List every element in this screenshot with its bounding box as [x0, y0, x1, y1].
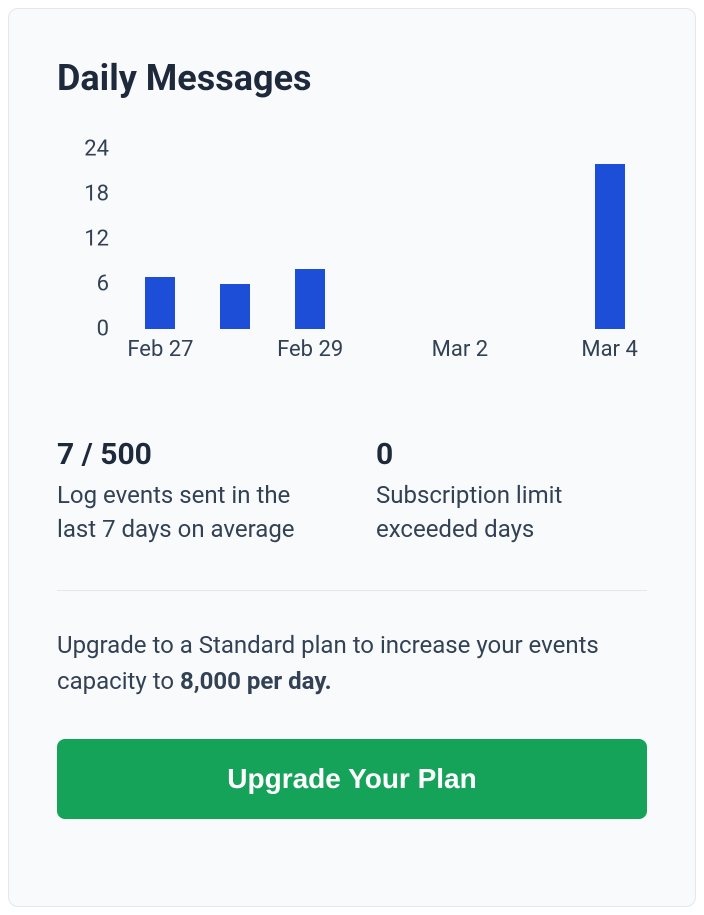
- chart-bar-slot: [273, 149, 348, 329]
- stats-row: 7 / 500 Log events sent in the last 7 da…: [57, 437, 647, 546]
- stat-exceeded-value: 0: [376, 437, 647, 472]
- chart-x-tick: Feb 27: [123, 337, 198, 362]
- chart-y-tick: 6: [57, 272, 109, 297]
- chart-bar-slot: [572, 149, 647, 329]
- chart-x-tick: Mar 4: [572, 337, 647, 362]
- chart-bar: [595, 164, 625, 329]
- daily-messages-card: Daily Messages 0 6 12 18 24 Feb 27.Feb 29.Ma…: [8, 8, 696, 907]
- chart-x-tick: Mar 2: [422, 337, 497, 362]
- chart-y-axis: 06121824: [57, 149, 117, 329]
- chart-bar: [295, 269, 325, 329]
- upgrade-text: Upgrade to a Standard plan to increase y…: [57, 627, 647, 699]
- stat-average: 7 / 500 Log events sent in the last 7 da…: [57, 437, 328, 546]
- stat-exceeded: 0 Subscription limit exceeded days: [376, 437, 647, 546]
- chart-y-tick: 12: [57, 227, 109, 252]
- stat-average-label: Log events sent in the last 7 days on av…: [57, 478, 328, 546]
- stat-average-value: 7 / 500: [57, 437, 328, 472]
- daily-messages-chart: 06121824 Feb 27.Feb 29.Mar 2.Mar 4: [57, 149, 647, 379]
- upgrade-plan-button[interactable]: Upgrade Your Plan: [57, 739, 647, 819]
- chart-bar-slot: [123, 149, 198, 329]
- chart-bar: [145, 277, 175, 330]
- chart-bar-slot: [198, 149, 273, 329]
- card-title: Daily Messages: [57, 57, 647, 99]
- chart-bars: [123, 149, 647, 329]
- stat-exceeded-label: Subscription limit exceeded days: [376, 478, 647, 546]
- divider: [57, 590, 647, 591]
- chart-plot: [123, 149, 647, 329]
- chart-x-tick: Feb 29: [273, 337, 348, 362]
- chart-y-tick: 0: [57, 317, 109, 342]
- upgrade-text-bold: 8,000 per day.: [180, 667, 332, 695]
- chart-bar: [220, 284, 250, 329]
- chart-y-tick: 24: [57, 137, 109, 162]
- chart-bar-slot: [422, 149, 497, 329]
- chart-x-axis: Feb 27.Feb 29.Mar 2.Mar 4: [123, 337, 647, 362]
- chart-y-tick: 18: [57, 182, 109, 207]
- chart-bar-slot: [497, 149, 572, 329]
- chart-bar-slot: [348, 149, 423, 329]
